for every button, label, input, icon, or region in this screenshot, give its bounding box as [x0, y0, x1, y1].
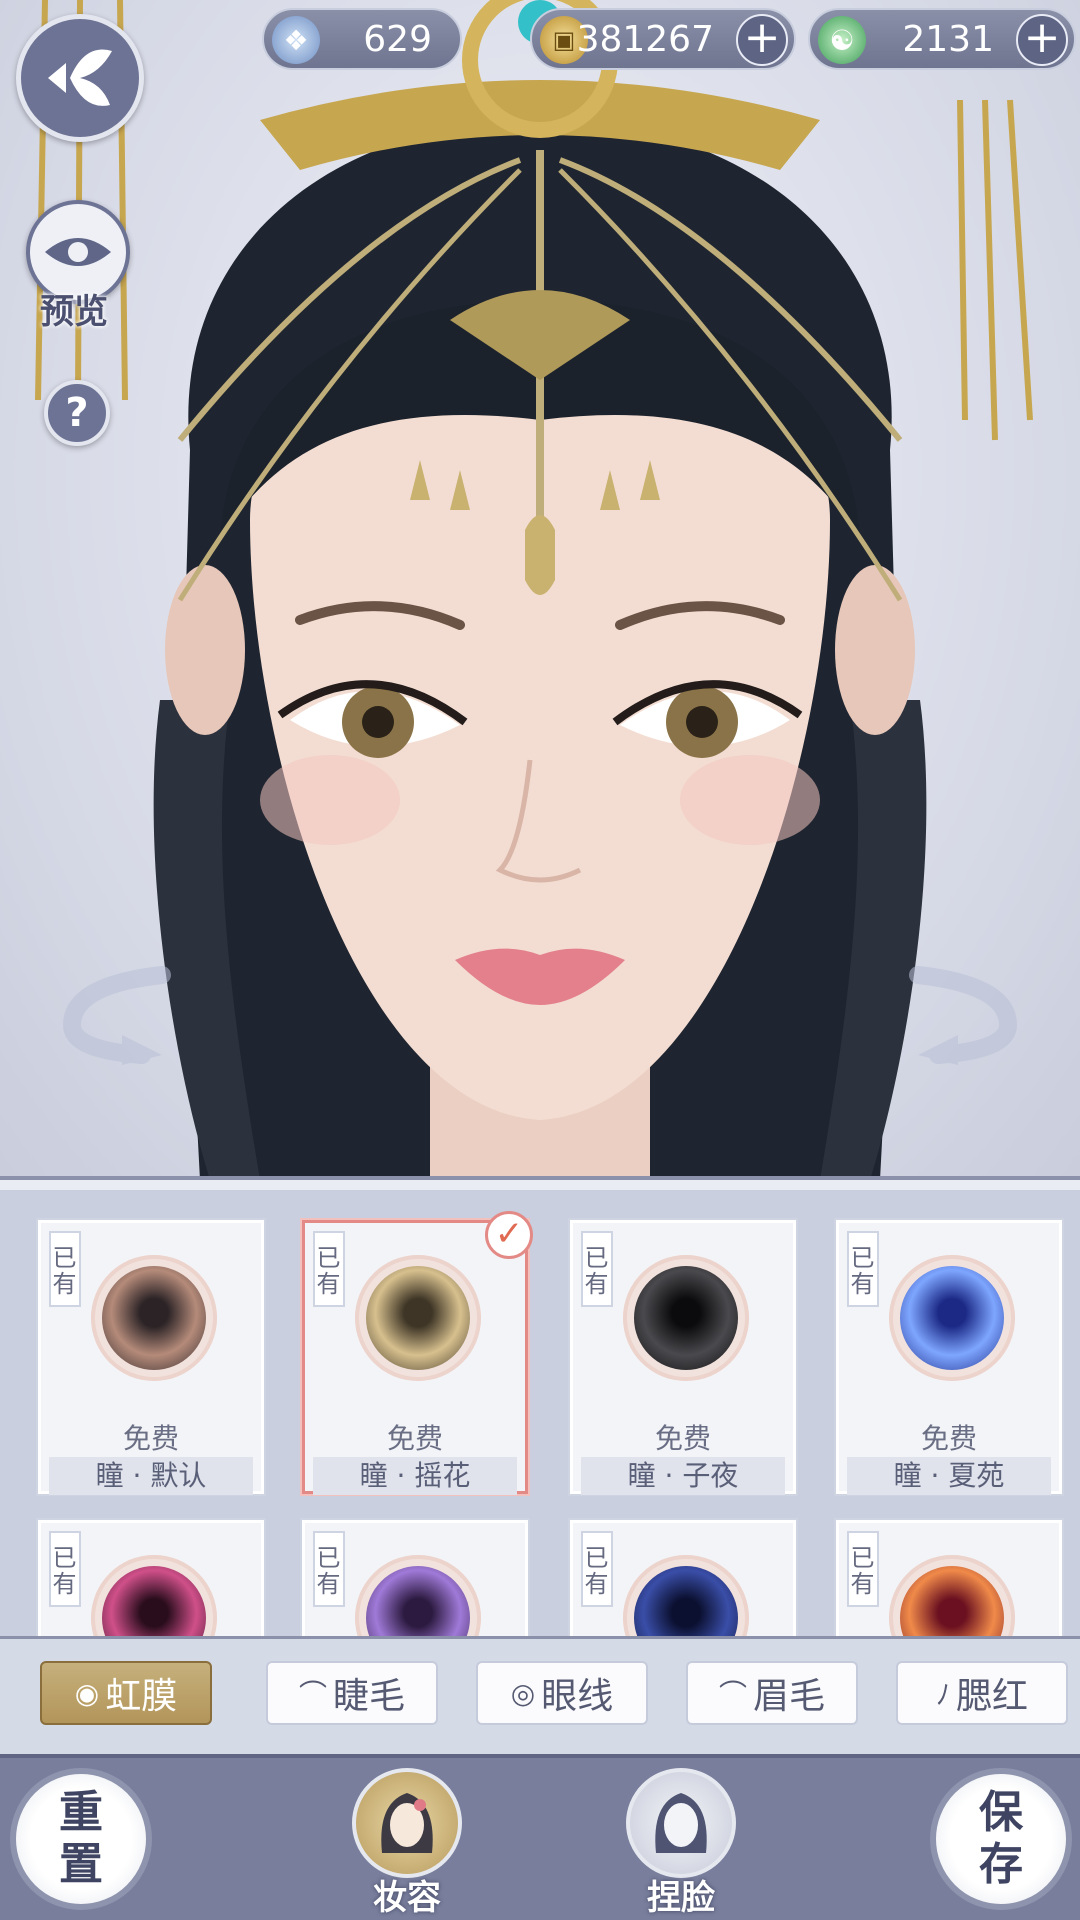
makeup-mode-label: 妆容	[373, 1878, 441, 1918]
iris-preview-icon	[634, 1566, 738, 1636]
face-sculpt-mode-button[interactable]	[626, 1768, 736, 1878]
selected-check-icon: ✓	[485, 1211, 533, 1259]
item-price: 免费	[386, 1422, 443, 1455]
owned-badge: 已有	[312, 1231, 345, 1307]
iris-item-card[interactable]: 已有免费瞳 · 子夜	[570, 1220, 796, 1495]
save-label-2: 存	[979, 1839, 1023, 1890]
reset-button[interactable]: 重 置	[10, 1768, 152, 1910]
bottom-bar: 重 置 妆容 捏脸 保 存	[0, 1754, 1080, 1920]
tab-eyeliner-label: 眼线	[541, 1676, 614, 1717]
iris-swatch	[623, 1255, 749, 1381]
eyelash-icon: ⌒	[298, 1678, 327, 1711]
token-amount: 2131	[902, 19, 994, 60]
owned-badge: 已有	[580, 1231, 613, 1307]
tab-blush[interactable]: ﾉ 腮红	[896, 1661, 1068, 1725]
iris-swatch	[889, 1555, 1015, 1636]
save-label-1: 保	[979, 1787, 1023, 1838]
makeup-face-icon	[381, 1793, 433, 1853]
iris-preview-icon	[366, 1566, 470, 1636]
iris-item-card[interactable]: 已有	[302, 1520, 528, 1636]
eyebrow-icon: ⌒	[718, 1678, 747, 1711]
face-sculpt-mode-label: 捏脸	[647, 1878, 715, 1918]
reset-label-1: 重	[59, 1787, 103, 1838]
iris-swatch	[355, 1255, 481, 1381]
iris-swatch	[623, 1555, 749, 1636]
owned-badge: 已有	[846, 1531, 879, 1607]
rotate-left-icon[interactable]	[52, 955, 172, 1065]
iris-swatch	[889, 1255, 1015, 1381]
eye-icon	[45, 238, 111, 266]
iris-item-card[interactable]: 已有免费瞳 · 摇花 ✓	[302, 1211, 533, 1495]
item-price: 免费	[920, 1422, 977, 1455]
iris-item-card[interactable]: 已有免费瞳 · 夏苑	[836, 1220, 1062, 1495]
preview-label: 预览	[40, 292, 108, 332]
iris-preview-icon	[900, 1566, 1004, 1636]
blush-icon: ﾉ	[935, 1678, 950, 1711]
item-price: 免费	[122, 1422, 179, 1455]
tab-eyeliner[interactable]: ◎ 眼线	[476, 1661, 648, 1725]
makeup-mode-button[interactable]	[352, 1768, 462, 1878]
tab-eyebrows[interactable]: ⌒ 眉毛	[686, 1661, 858, 1725]
eyeliner-icon: ◎	[510, 1676, 536, 1710]
gold-amount: 381267	[576, 19, 714, 60]
iris-preview-icon	[900, 1266, 1004, 1370]
item-price: 免费	[654, 1422, 711, 1455]
face-sculpt-icon	[655, 1793, 707, 1853]
jade-coin-icon: ❖	[272, 16, 320, 64]
iris-swatch	[355, 1555, 481, 1636]
item-name: 瞳 · 夏苑	[847, 1457, 1051, 1495]
tab-iris[interactable]: ◉ 虹膜	[40, 1661, 212, 1725]
tab-blush-label: 腮红	[956, 1676, 1029, 1717]
tab-eyelashes-label: 睫毛	[333, 1676, 406, 1717]
iris-preview-icon	[634, 1266, 738, 1370]
back-butterfly-icon	[48, 49, 112, 106]
iris-item-card[interactable]: 已有	[570, 1520, 796, 1636]
owned-badge: 已有	[846, 1231, 879, 1307]
owned-badge: 已有	[48, 1531, 81, 1607]
gold-currency: ▣ 381267 +	[530, 8, 796, 70]
add-token-button[interactable]: +	[1016, 14, 1068, 66]
green-token-icon: ☯	[818, 16, 866, 64]
rotate-right-icon[interactable]	[908, 955, 1028, 1065]
iris-preview-icon	[102, 1566, 206, 1636]
tab-iris-label: 虹膜	[105, 1676, 178, 1717]
help-button[interactable]: ?	[44, 380, 110, 446]
item-name: 瞳 · 子夜	[581, 1457, 785, 1495]
add-gold-button[interactable]: +	[736, 14, 788, 66]
jade-currency: ❖ 629	[262, 8, 462, 70]
iris-swatch	[91, 1555, 217, 1636]
iris-item-card[interactable]: 已有免费瞳 · 默认	[38, 1220, 264, 1495]
back-button[interactable]	[16, 14, 144, 142]
item-name: 瞳 · 摇花	[313, 1457, 517, 1495]
tab-eyebrows-label: 眉毛	[753, 1676, 826, 1717]
reset-label-2: 置	[59, 1839, 103, 1890]
owned-badge: 已有	[580, 1531, 613, 1607]
owned-badge: 已有	[48, 1231, 81, 1307]
iris-item-panel: 已有 免费瞳 · 默认 已有 免费瞳 · 摇花 ✓ 已有 免费瞳 · 子夜 已有 免费瞳 · 夏…	[0, 1176, 1080, 1636]
category-tabs: ◉ 虹膜 ⌒ 睫毛 ◎ 眼线 ⌒ 眉毛 ﾉ 腮红	[0, 1636, 1080, 1754]
owned-badge: 已有	[312, 1531, 345, 1607]
iris-preview-icon	[366, 1266, 470, 1370]
iris-preview-icon	[102, 1266, 206, 1370]
jade-amount: 629	[363, 19, 432, 60]
token-currency: ☯ 2131 +	[808, 8, 1076, 70]
iris-item-card[interactable]: 已有	[836, 1520, 1062, 1636]
save-button[interactable]: 保 存	[930, 1768, 1072, 1910]
iris-swatch	[91, 1255, 217, 1381]
tab-eyelashes[interactable]: ⌒ 睫毛	[266, 1661, 438, 1725]
iris-icon: ◉	[74, 1676, 100, 1710]
iris-item-card[interactable]: 已有	[38, 1520, 264, 1636]
item-name: 瞳 · 默认	[49, 1457, 253, 1495]
